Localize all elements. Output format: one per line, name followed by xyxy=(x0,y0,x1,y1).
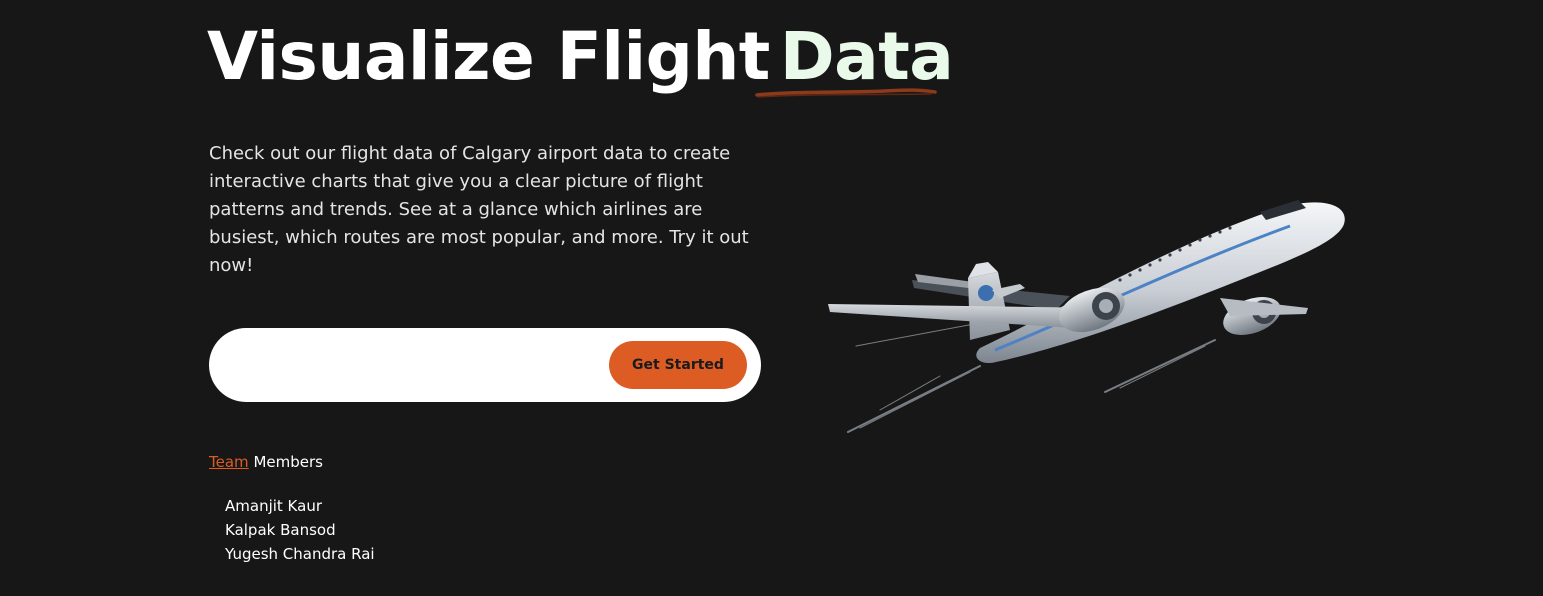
team-member-item: Amanjit Kaur xyxy=(225,497,322,515)
airplane-illustration-icon xyxy=(828,200,1345,433)
team-member-item: Kalpak Bansod xyxy=(225,521,336,539)
team-member-item: Yugesh Chandra Rai xyxy=(225,545,375,563)
get-started-button[interactable]: Get Started xyxy=(609,341,747,389)
team-heading-text: Members xyxy=(253,453,323,471)
signup-input[interactable] xyxy=(237,345,601,387)
hero-title-main: Visualize Flight xyxy=(207,18,770,95)
hero-description: Check out our flight data of Calgary air… xyxy=(209,143,749,276)
signup-bar: Get Started xyxy=(209,328,761,402)
brush-underline-icon xyxy=(755,88,937,98)
team-member-list: Amanjit Kaur Kalpak Bansod Yugesh Chandr… xyxy=(225,494,375,566)
team-heading: Team Members xyxy=(209,452,323,472)
team-link[interactable]: Team xyxy=(209,453,249,471)
